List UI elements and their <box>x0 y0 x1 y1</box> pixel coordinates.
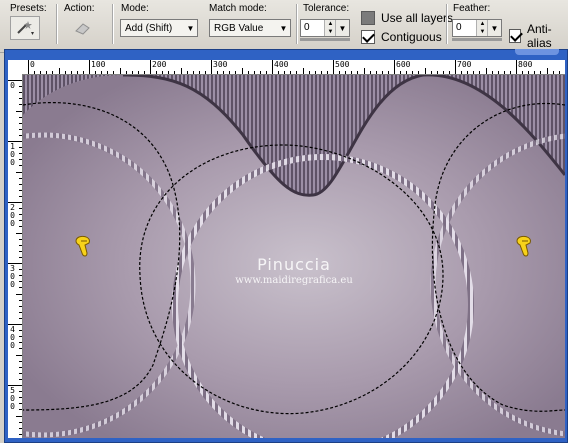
anti-alias-label: Anti-alias <box>526 22 552 50</box>
action-group: Action: <box>64 3 95 15</box>
ruler-label: 500 <box>335 60 350 69</box>
tolerance-group: Tolerance: <box>303 3 349 15</box>
ruler-label: 200 <box>152 60 167 69</box>
mode-group: Mode: <box>121 3 149 15</box>
vertical-ruler: 0 100 200 300 400 500 <box>8 74 23 438</box>
action-label: Action: <box>64 3 95 14</box>
ruler-label: 300 <box>213 60 228 69</box>
tool-options-bar: Presets: Action: Mode: Add (Shift) ▼ Mat… <box>0 0 568 53</box>
anti-alias-box[interactable] <box>509 29 521 43</box>
chevron-down-icon: ▼ <box>279 23 288 33</box>
ruler-label: 0 <box>10 81 15 90</box>
match-mode-label: Match mode: <box>209 3 267 14</box>
use-all-layers-checkbox[interactable]: Use all layers <box>361 11 453 25</box>
presets-label: Presets: <box>10 3 47 14</box>
ruler-label: 400 <box>274 60 289 69</box>
contiguous-checkbox[interactable]: Contiguous <box>361 30 442 44</box>
contiguous-label: Contiguous <box>381 30 442 44</box>
watermark-url: www.maidiregrafica.eu <box>235 275 353 286</box>
presets-group: Presets: <box>10 3 47 15</box>
match-mode-value: RGB Value <box>214 22 264 34</box>
horizontal-ruler: 0 100 200 300 400 500 600 700 800 <box>22 60 565 75</box>
eraser-icon <box>75 23 90 35</box>
ruler-label: 600 <box>396 60 411 69</box>
feather-group: Feather: <box>453 3 490 15</box>
anti-alias-checkbox[interactable]: Anti-alias <box>509 22 568 50</box>
ruler-label: 800 <box>518 60 533 69</box>
tolerance-spinner[interactable]: 0 ▲ ▼ ▼ <box>300 19 350 37</box>
ruler-label: 700 <box>457 60 472 69</box>
action-reset-button[interactable] <box>68 16 98 40</box>
ruler-corner <box>8 60 23 75</box>
use-all-layers-box[interactable] <box>361 11 375 25</box>
ruler-label: 200 <box>10 203 15 228</box>
chevron-down-icon[interactable]: ▼ <box>487 20 501 36</box>
image-canvas[interactable]: Pinuccia www.maidiregrafica.eu <box>23 75 565 438</box>
feather-slider[interactable] <box>452 38 502 41</box>
ruler-label: 400 <box>10 325 15 350</box>
tolerance-value: 0 <box>304 22 310 33</box>
feather-spinner[interactable]: 0 ▲ ▼ ▼ <box>452 19 502 37</box>
chevron-down-icon: ▼ <box>186 23 195 33</box>
feather-value: 0 <box>456 22 462 33</box>
ruler-label: 500 <box>10 386 15 411</box>
magic-wand-icon <box>17 21 34 35</box>
chevron-down-icon[interactable]: ▼ <box>335 20 349 36</box>
ruler-label: 300 <box>10 264 15 289</box>
use-all-layers-label: Use all layers <box>381 11 454 25</box>
image-window: 0 100 200 300 400 500 600 700 800 0 100 200 300 400 5… <box>4 49 568 443</box>
mode-select[interactable]: Add (Shift) ▼ <box>120 19 198 37</box>
feather-label: Feather: <box>453 3 491 14</box>
tolerance-slider[interactable] <box>300 38 350 41</box>
presets-button[interactable] <box>10 16 40 40</box>
mode-label: Mode: <box>121 3 149 14</box>
watermark-title: Pinuccia <box>257 255 331 274</box>
match-mode-select[interactable]: RGB Value ▼ <box>209 19 291 37</box>
mode-value: Add (Shift) <box>125 22 173 34</box>
match-mode-group: Match mode: <box>209 3 267 15</box>
ruler-label: 100 <box>91 60 106 69</box>
ruler-label: 0 <box>30 60 35 69</box>
contiguous-box[interactable] <box>361 30 375 44</box>
window-tab[interactable] <box>515 49 559 55</box>
ruler-label: 100 <box>10 142 15 167</box>
tolerance-label: Tolerance: <box>303 3 350 14</box>
